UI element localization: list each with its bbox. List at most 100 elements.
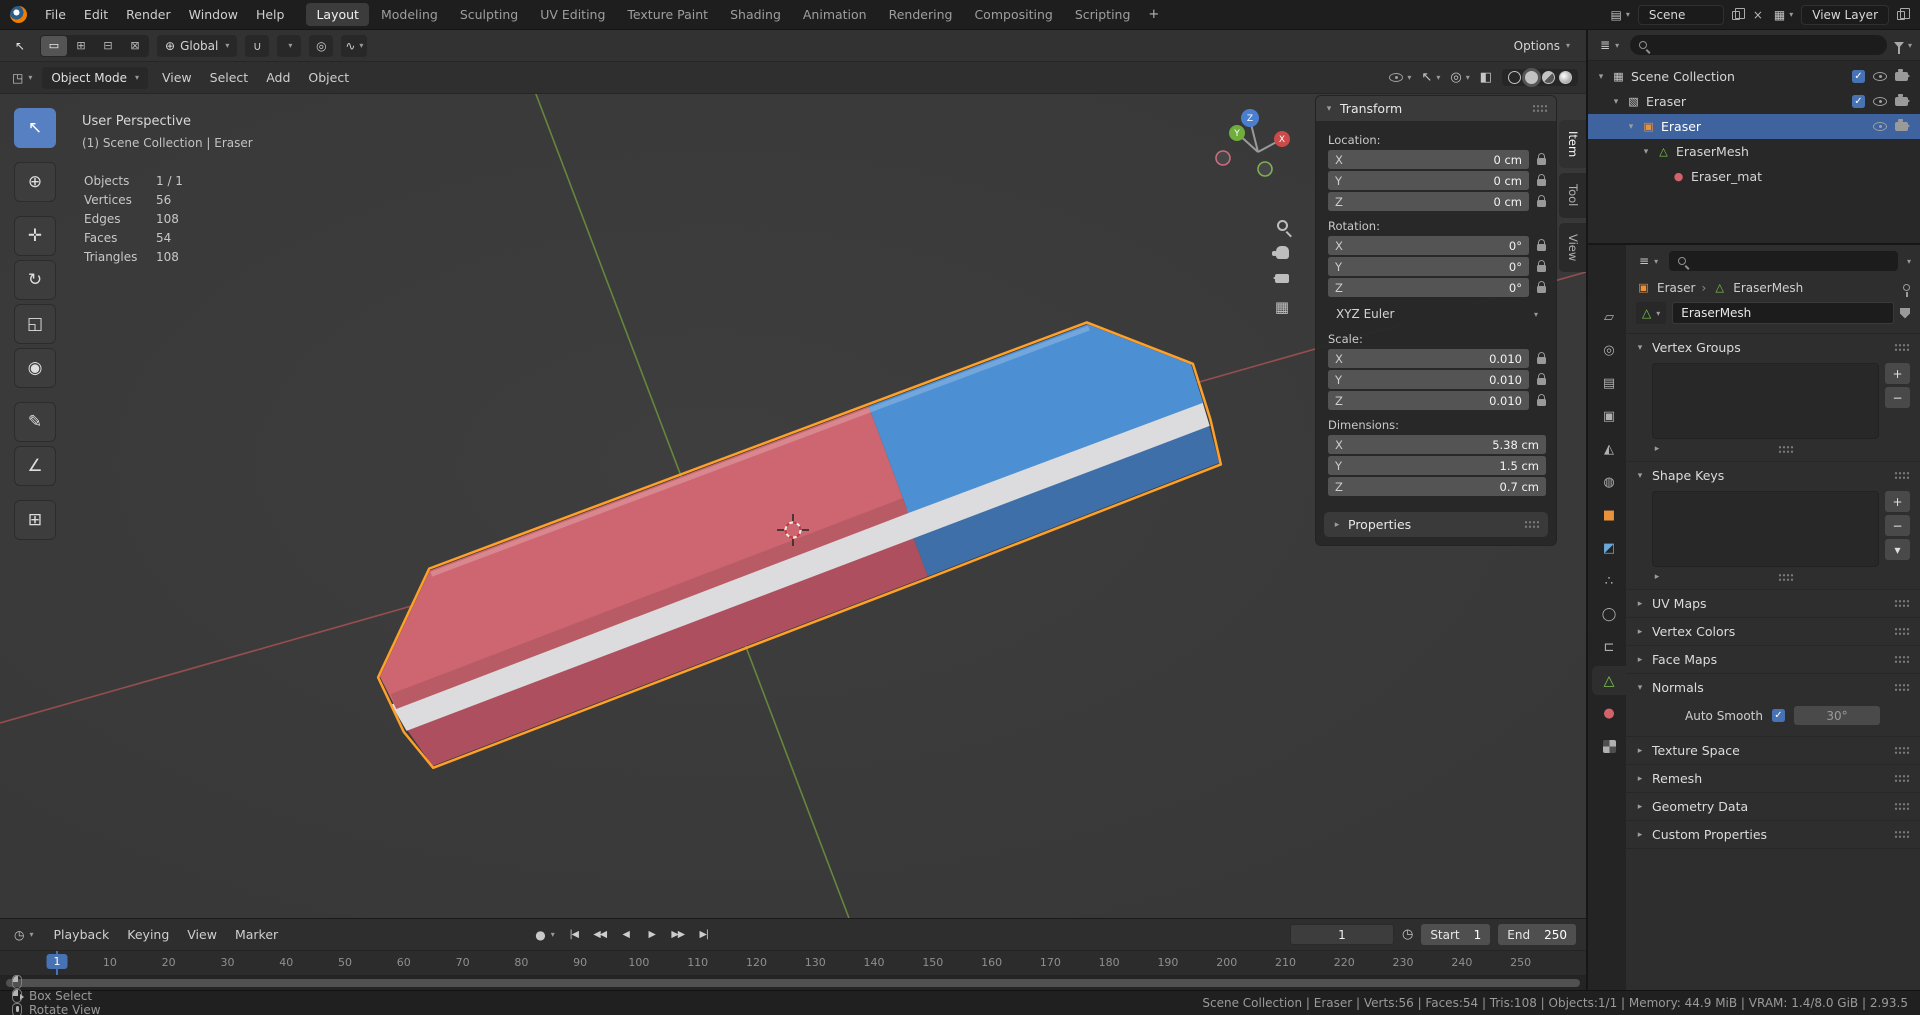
dimensions-x-field[interactable]: X 5.38 cm [1328,435,1546,454]
select-mode-set[interactable]: ▭ [41,35,67,56]
scale-tool-button[interactable]: ◱ [14,304,56,344]
mesh-name-field[interactable]: EraserMesh [1672,302,1894,324]
timeline-scrollbar[interactable] [0,976,1586,990]
shading-rendered-button[interactable] [1559,71,1572,84]
disable-in-renders-camera-icon[interactable] [1895,119,1910,131]
topbar-menu-file[interactable]: File [37,4,74,25]
select-mode-extend[interactable]: ⊞ [68,36,94,56]
select-mode-subtract[interactable]: ⊟ [95,36,121,56]
measure-tool-button[interactable]: ∠ [14,446,56,486]
editor-type-dropdown[interactable]: ◳ ▾ [8,69,36,87]
sidebar-tab-view[interactable]: View [1559,222,1586,272]
frame-start-field[interactable]: Start 1 [1421,924,1491,945]
vertex-groups-button-0[interactable]: + [1885,363,1910,384]
workspace-tab-layout[interactable]: Layout [306,3,369,26]
scene-name-field[interactable]: Scene [1637,4,1724,25]
viewport-menu-object[interactable]: Object [300,67,357,88]
disclosure-triangle-icon[interactable]: ▸ [1652,572,1662,582]
exclude-checkbox[interactable]: ✓ [1852,95,1865,108]
workspace-tab-sculpting[interactable]: Sculpting [450,3,528,26]
panel-header-geometry-data[interactable]: ▸ Geometry Data [1626,793,1920,820]
browse-scene-icon[interactable]: ▤ ▾ [1607,6,1632,24]
properties-tab-scene[interactable]: ◭ [1592,435,1626,464]
fake-user-shield-icon[interactable] [1900,307,1910,319]
scale-x-field[interactable]: X 0.010 [1328,349,1529,368]
annotate-tool-button[interactable]: ✎ [14,402,56,442]
object-mode-dropdown[interactable]: Object Mode ▾ [42,66,148,89]
properties-tab-object-data[interactable]: △ [1592,666,1626,695]
play-button[interactable]: ▶ [641,925,663,945]
lock-icon[interactable] [1537,394,1546,406]
lock-icon[interactable] [1537,174,1546,186]
lock-icon[interactable] [1537,352,1546,364]
properties-tab-material[interactable]: ● [1592,699,1626,728]
rotate-tool-button[interactable]: ↻ [14,260,56,300]
current-frame-field[interactable]: 1 [1289,924,1394,945]
lock-icon[interactable] [1537,195,1546,207]
panel-header-uv-maps[interactable]: ▸ UV Maps [1626,590,1920,617]
timeline-menu-view[interactable]: View [179,924,225,945]
toggle-orthographic-button[interactable]: ▦ [1275,298,1289,316]
show-hide-dropdown[interactable]: ▾ [1389,73,1411,82]
xray-toggle[interactable]: ◧ [1480,70,1492,85]
snap-target-dropdown[interactable]: ▾ [277,34,302,57]
lock-icon[interactable] [1537,153,1546,165]
hide-in-viewport-eye-icon[interactable] [1873,122,1887,131]
next-keyframe-button[interactable]: ▶▶ [667,925,689,945]
add-cube-tool-button[interactable]: ⊞ [14,500,56,540]
transform-tool-button[interactable]: ◉ [14,348,56,388]
disclosure-triangle-icon[interactable]: ▾ [1611,97,1621,107]
workspace-tab-shading[interactable]: Shading [720,3,791,26]
disclosure-triangle-icon[interactable]: ▸ [1652,444,1662,454]
location-z-field[interactable]: Z 0 cm [1328,192,1529,211]
panel-header-texture-space[interactable]: ▸ Texture Space [1626,737,1920,764]
location-y-field[interactable]: Y 0 cm [1328,171,1529,190]
proportional-editing-icon[interactable]: ◎ [309,34,334,57]
editor-type-dropdown[interactable]: ≣ ▾ [1596,36,1623,54]
scale-z-field[interactable]: Z 0.010 [1328,391,1529,410]
properties-tab-world[interactable]: ◍ [1592,468,1626,497]
previous-keyframe-button[interactable]: ◀◀ [589,925,611,945]
workspace-tab-animation[interactable]: Animation [793,3,877,26]
pin-icon[interactable] [1903,284,1910,297]
axis-negative-x-ball[interactable] [1215,150,1231,166]
workspace-tab-compositing[interactable]: Compositing [964,3,1062,26]
rotation-z-field[interactable]: Z 0° [1328,278,1529,297]
dimensions-z-field[interactable]: Z 0.7 cm [1328,477,1546,496]
cursor-tool-button[interactable]: ⊕ [14,162,56,202]
new-scene-button[interactable] [1729,7,1745,22]
properties-tab-output[interactable]: ▤ [1592,369,1626,398]
outliner-row-erasermesh-3[interactable]: ▾ △ EraserMesh [1588,139,1920,164]
properties-panel-header[interactable]: ▸ Properties [1324,512,1548,537]
zoom-button[interactable] [1276,220,1288,231]
properties-tab-tool[interactable]: ▱ [1592,303,1626,332]
lock-icon[interactable] [1537,239,1546,251]
lock-icon[interactable] [1537,260,1546,272]
auto-smooth-checkbox[interactable]: ✓ [1772,709,1785,722]
topbar-menu-help[interactable]: Help [248,4,293,25]
filter-dropdown[interactable]: ▾ [1893,41,1912,54]
new-view-layer-button[interactable] [1894,7,1910,22]
auto-smooth-angle-field[interactable]: 30° [1794,706,1880,725]
lock-icon[interactable] [1537,373,1546,385]
scale-y-field[interactable]: Y 0.010 [1328,370,1529,389]
outliner-row-eraser-mat-4[interactable]: ● Eraser_mat [1588,164,1920,189]
editor-type-dropdown[interactable]: ◷ ▾ [10,926,38,944]
use-preview-range-button[interactable]: ◷ [1402,927,1413,942]
unlink-scene-button[interactable]: × [1750,6,1766,24]
topbar-menu-window[interactable]: Window [181,4,246,25]
navigation-gizmo[interactable]: Z Y X [1210,106,1302,198]
shading-solid-button[interactable] [1525,71,1538,84]
disable-in-renders-camera-icon[interactable] [1895,94,1910,106]
editor-type-dropdown[interactable]: ≡ ▾ [1635,252,1662,270]
viewport-3d[interactable]: ↖ ⊕ ✛ ↻ ◱ ◉ ✎ ∠ ⊞ User Perspective (1) Scene Col… [0,94,1586,918]
blender-logo-icon[interactable] [10,6,27,23]
auto-keying-button[interactable]: ● ▾ [535,928,555,942]
viewport-menu-select[interactable]: Select [202,67,257,88]
jump-to-end-button[interactable]: ▶| [693,925,715,945]
properties-tab-object[interactable]: ■ [1592,501,1626,530]
properties-tab-particles[interactable]: ∴ [1592,567,1626,596]
properties-tab-view-layer[interactable]: ▣ [1592,402,1626,431]
panel-header-remesh[interactable]: ▸ Remesh [1626,765,1920,792]
browse-mesh-dropdown[interactable]: △ ▾ [1636,302,1667,324]
